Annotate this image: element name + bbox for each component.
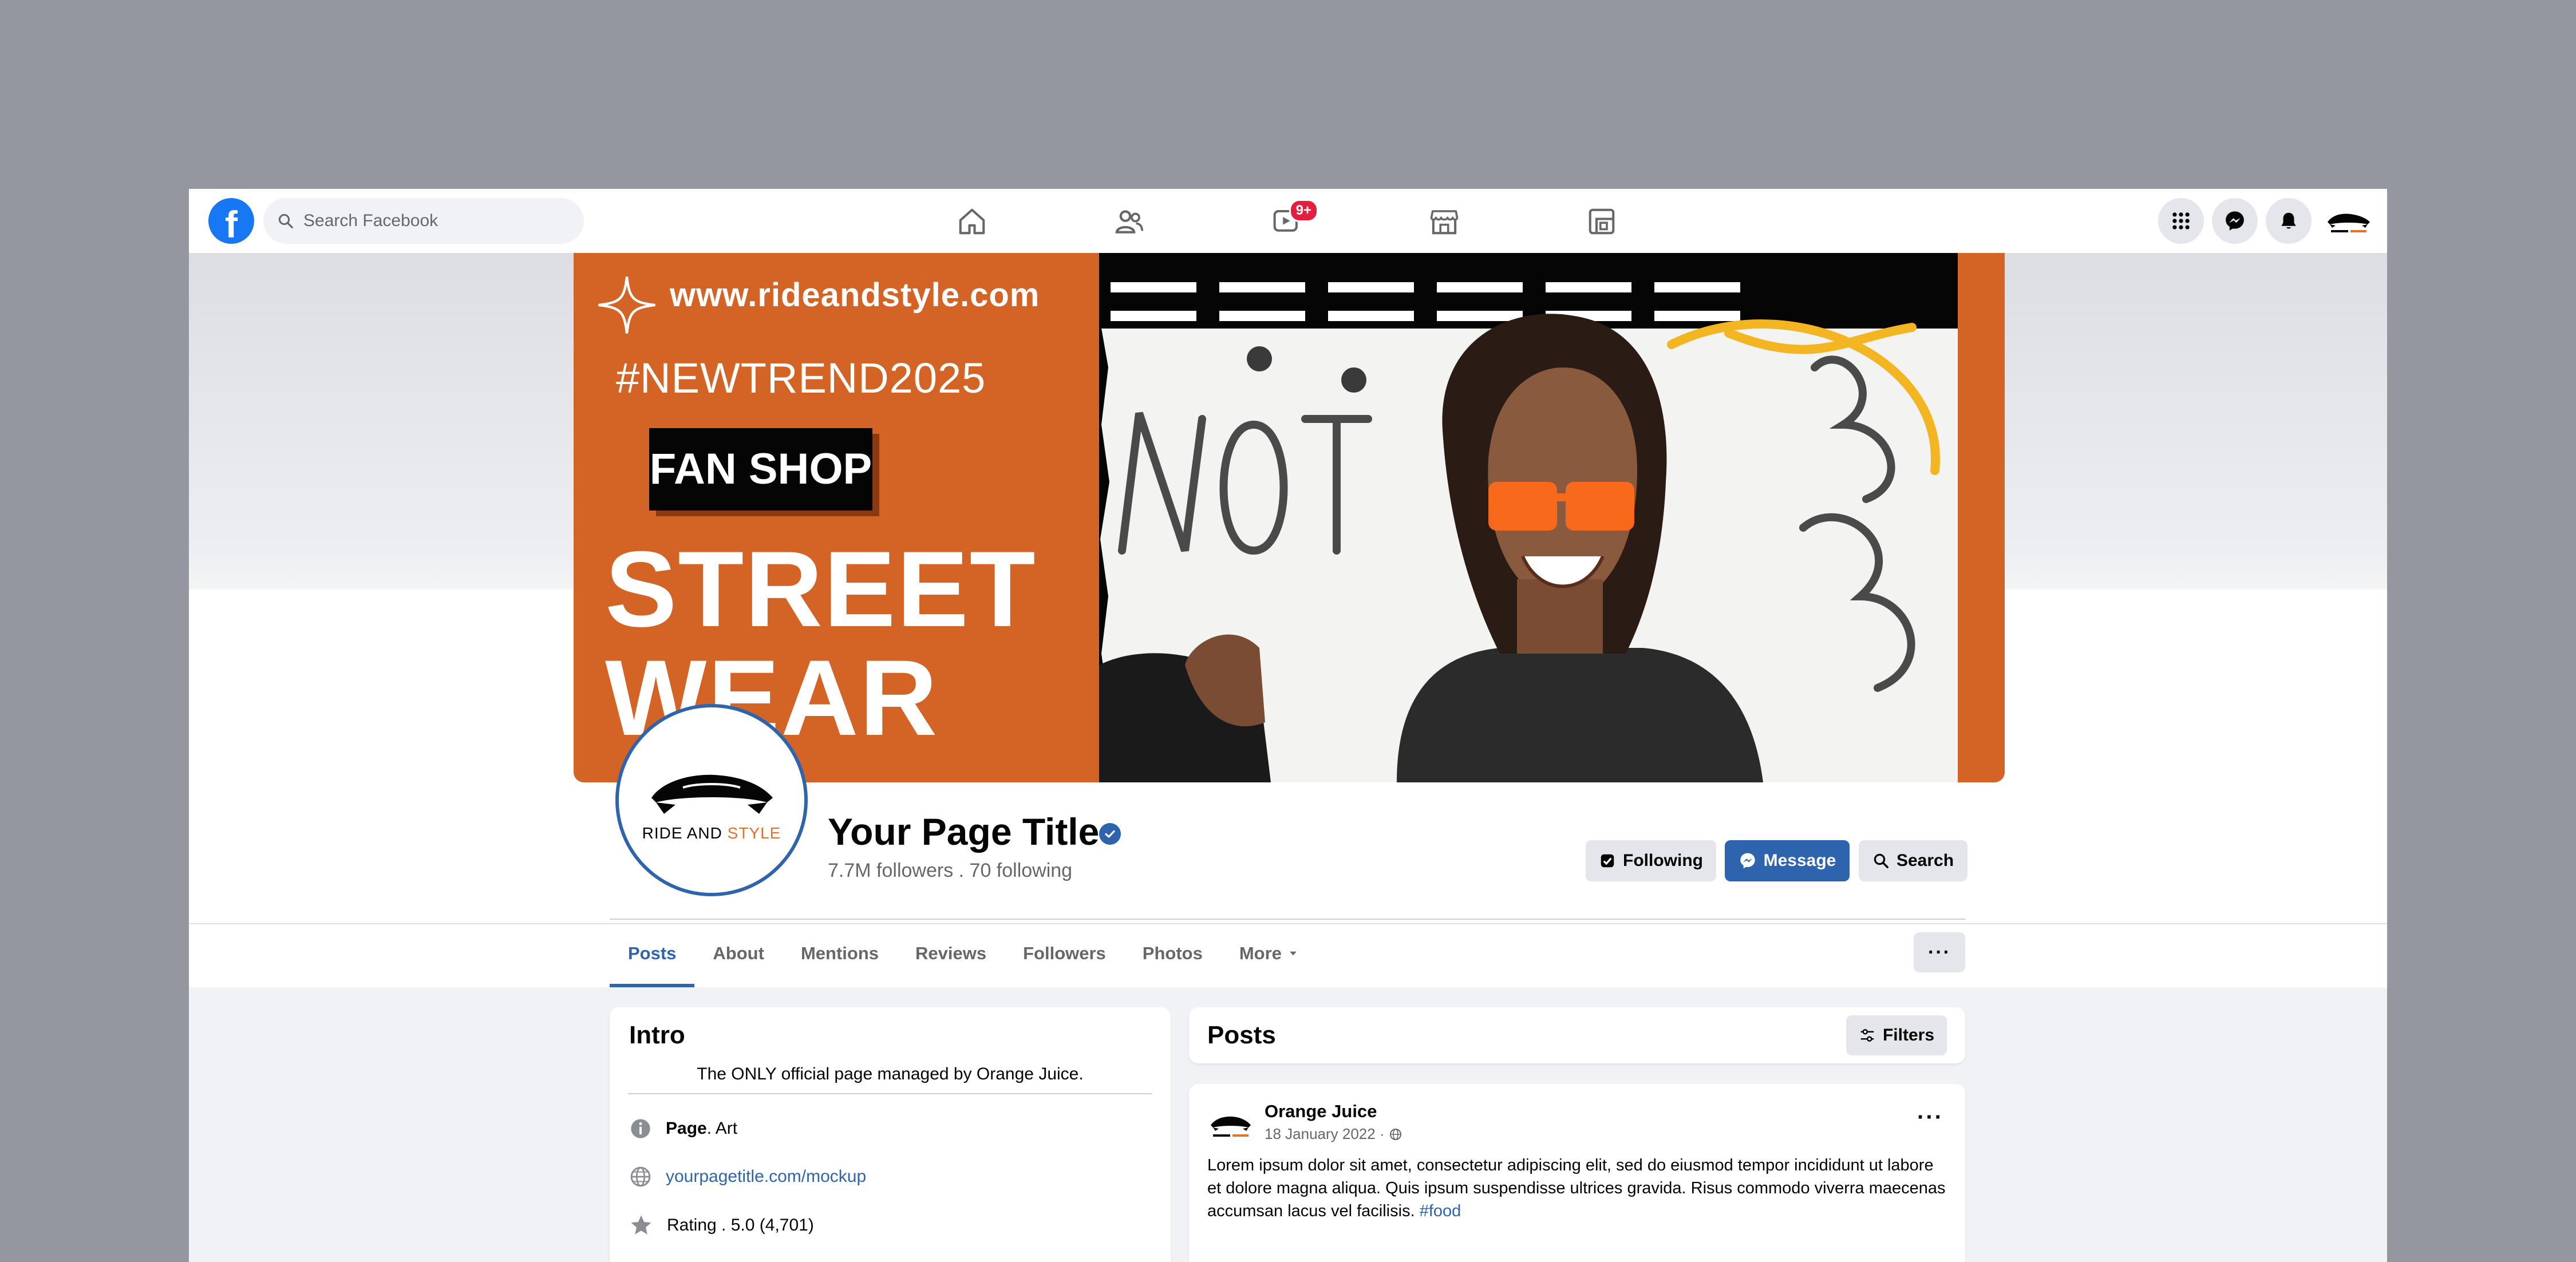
cover-fan-shop-badge: FAN SHOP xyxy=(649,428,872,511)
star-icon xyxy=(631,1215,651,1235)
posts-header-card: Posts Filters xyxy=(1189,1007,1965,1063)
search-icon xyxy=(1874,853,1888,868)
intro-website: yourpagetitle.com/mockup xyxy=(629,1165,866,1188)
globe-icon xyxy=(1389,1128,1401,1140)
sparkle-icon xyxy=(598,276,655,334)
intro-page-category: Page . Art xyxy=(629,1117,737,1140)
post-body: Lorem ipsum dolor sit amet, consectetur … xyxy=(1207,1156,1946,1220)
search-input[interactable] xyxy=(302,211,579,231)
cover-url: www.rideandstyle.com xyxy=(670,276,1040,314)
car-logo-icon xyxy=(651,774,773,814)
tab-reviews[interactable]: Reviews xyxy=(897,920,1005,987)
post-timestamp[interactable]: 18 January 2022 · xyxy=(1265,1125,1402,1143)
following-check-icon xyxy=(1601,854,1614,868)
info-icon xyxy=(631,1119,650,1138)
video-notification-badge: 9+ xyxy=(1289,199,1318,222)
cover-model-photo xyxy=(1099,253,2005,782)
tab-photos[interactable]: Photos xyxy=(1124,920,1221,987)
following-button[interactable]: Following xyxy=(1586,840,1716,881)
chevron-down-icon xyxy=(1290,951,1297,956)
messenger-icon xyxy=(1740,853,1755,869)
post-author-avatar[interactable] xyxy=(1207,1107,1254,1141)
gaming-icon[interactable] xyxy=(1582,201,1622,242)
tab-mentions[interactable]: Mentions xyxy=(783,920,897,987)
post-author-name[interactable]: Orange Juice xyxy=(1265,1101,1377,1122)
tab-posts[interactable]: Posts xyxy=(610,920,695,987)
tab-more[interactable]: More xyxy=(1221,920,1317,987)
intro-divider xyxy=(628,1093,1152,1094)
marketplace-icon[interactable] xyxy=(1424,201,1464,242)
search-icon xyxy=(278,213,293,228)
video-icon[interactable]: 9+ xyxy=(1267,199,1318,242)
search-box[interactable] xyxy=(263,198,584,244)
cover-hashtag: #NEWTREND2025 xyxy=(616,354,986,402)
more-options-button[interactable]: ··· xyxy=(1914,932,1965,972)
globe-icon xyxy=(630,1166,651,1187)
notifications-icon[interactable] xyxy=(2266,198,2312,244)
message-button[interactable]: Message xyxy=(1725,840,1850,881)
top-navigation-bar: f 9+ xyxy=(189,189,2387,254)
intro-card: Intro The ONLY official page managed by … xyxy=(610,1007,1171,1262)
search-page-button[interactable]: Search xyxy=(1859,840,1967,881)
home-icon[interactable] xyxy=(952,201,992,242)
post-card: Orange Juice 18 January 2022 · ··· Lorem… xyxy=(1189,1084,1965,1262)
tab-followers[interactable]: Followers xyxy=(1005,920,1124,987)
posts-heading: Posts xyxy=(1207,1021,1276,1049)
intro-description: The ONLY official page managed by Orange… xyxy=(697,1065,1084,1083)
followers-count: 7.7M followers . 70 following xyxy=(828,860,1073,881)
page-tabs: Posts About Mentions Reviews Followers P… xyxy=(610,920,1317,987)
cover-headline-line-1: STREET xyxy=(605,529,1037,649)
account-avatar-logo-icon[interactable] xyxy=(2324,205,2373,237)
intro-heading: Intro xyxy=(629,1021,685,1049)
menu-grid-icon[interactable] xyxy=(2158,198,2204,244)
facebook-logo-icon[interactable]: f xyxy=(208,198,254,244)
page-title: Your Page Title xyxy=(828,810,1100,853)
filters-button[interactable]: Filters xyxy=(1846,1015,1947,1055)
tab-about[interactable]: About xyxy=(694,920,783,987)
messenger-icon[interactable] xyxy=(2212,198,2258,244)
graffiti-illustration xyxy=(1099,253,2005,782)
website-link[interactable]: yourpagetitle.com/mockup xyxy=(666,1167,866,1186)
post-options-button[interactable]: ··· xyxy=(1917,1105,1943,1130)
verified-badge-icon xyxy=(1099,823,1121,845)
friends-icon[interactable] xyxy=(1109,201,1149,242)
post-hashtag-link[interactable]: #food xyxy=(1420,1202,1461,1220)
filters-icon xyxy=(1860,1028,1874,1042)
cover-photo[interactable]: www.rideandstyle.com #NEWTREND2025 FAN S… xyxy=(574,253,2005,782)
facebook-window: f 9+ xyxy=(189,189,2387,1262)
profile-picture[interactable]: RIDE AND STYLE xyxy=(615,704,808,896)
profile-logo-text: RIDE AND STYLE xyxy=(642,824,781,842)
intro-rating: Rating . 5.0 (4,701) xyxy=(629,1213,814,1237)
